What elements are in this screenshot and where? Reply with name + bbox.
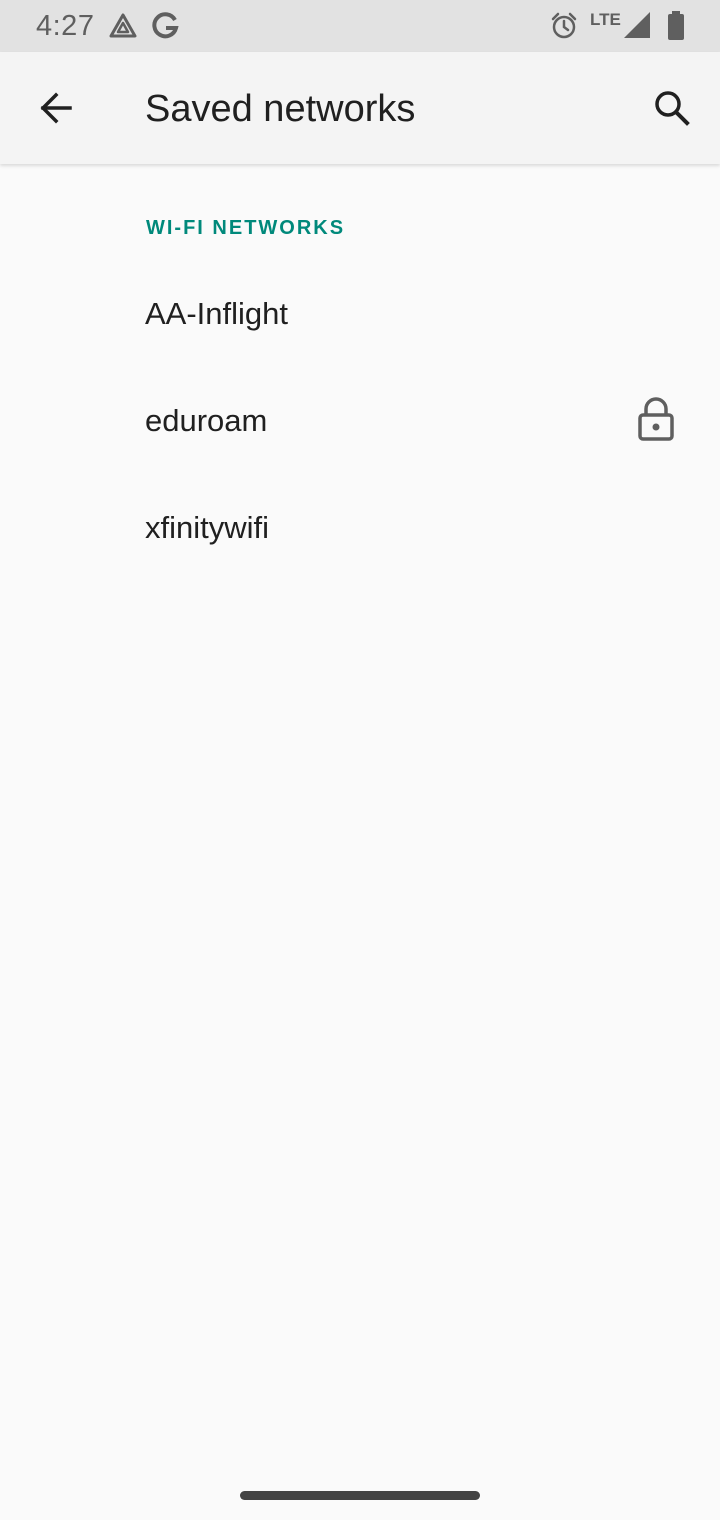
- network-name: xfinitywifi: [145, 510, 270, 545]
- gesture-navigation-handle[interactable]: [240, 1491, 480, 1500]
- section-header-wifi-networks: WI-FI NETWORKS: [146, 217, 346, 239]
- saved-networks-screen: 4:27 LTE Saved networks WI-FI NETWORKS A…: [0, 0, 720, 1520]
- network-name: AA-Inflight: [145, 296, 289, 331]
- back-button[interactable]: [20, 72, 92, 144]
- network-item-eduroam[interactable]: eduroam: [0, 367, 720, 474]
- google-notification-icon: [152, 12, 180, 45]
- app-bar: Saved networks: [0, 52, 720, 164]
- network-item-xfinitywifi[interactable]: xfinitywifi: [0, 474, 720, 581]
- alarm-icon: [550, 12, 578, 45]
- search-icon: [655, 91, 690, 126]
- network-item-aa-inflight[interactable]: AA-Inflight: [0, 260, 720, 367]
- cell-signal-icon: [624, 12, 650, 43]
- page-title: Saved networks: [145, 88, 416, 130]
- lock-icon: [636, 397, 676, 446]
- arrow-back-icon: [40, 92, 72, 124]
- status-time: 4:27: [36, 10, 95, 42]
- battery-icon: [666, 11, 686, 46]
- network-type-label: LTE: [590, 10, 621, 29]
- search-button[interactable]: [636, 72, 708, 144]
- drive-notification-icon: [108, 12, 138, 45]
- status-bar: 4:27 LTE: [0, 0, 720, 52]
- network-name: eduroam: [145, 403, 268, 438]
